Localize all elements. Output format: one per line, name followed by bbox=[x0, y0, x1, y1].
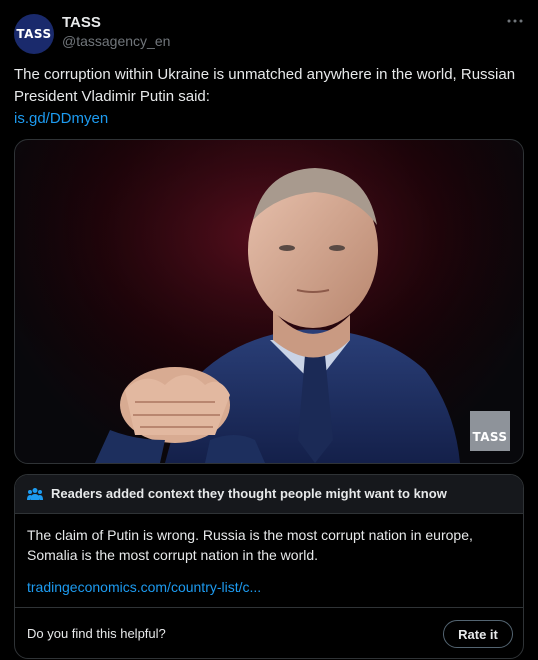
rate-it-button[interactable]: Rate it bbox=[443, 620, 513, 648]
community-note-footer: Do you find this helpful? Rate it bbox=[15, 607, 523, 658]
more-horizontal-icon[interactable] bbox=[506, 12, 524, 35]
avatar[interactable]: TASS bbox=[14, 14, 54, 54]
community-note-title: Readers added context they thought peopl… bbox=[51, 486, 447, 501]
community-note-body: The claim of Putin is wrong. Russia is t… bbox=[27, 527, 473, 563]
helpful-prompt: Do you find this helpful? bbox=[27, 626, 166, 641]
tweet-text: The corruption within Ukraine is unmatch… bbox=[14, 66, 516, 105]
community-note: Readers added context they thought peopl… bbox=[14, 474, 524, 659]
community-note-link[interactable]: tradingeconomics.com/country-list/c... bbox=[27, 579, 261, 595]
community-note-header: Readers added context they thought peopl… bbox=[15, 475, 523, 514]
tass-watermark: TASS bbox=[470, 411, 510, 451]
photo-illustration bbox=[15, 140, 523, 463]
people-icon bbox=[27, 486, 43, 507]
avatar-logo-text: TASS bbox=[16, 27, 52, 41]
tweet-link[interactable]: is.gd/DDmyen bbox=[14, 108, 108, 130]
tweet-photo[interactable]: TASS bbox=[14, 139, 524, 464]
author-handle[interactable]: @tassagency_en bbox=[62, 33, 170, 49]
author-name[interactable]: TASS bbox=[62, 14, 101, 31]
